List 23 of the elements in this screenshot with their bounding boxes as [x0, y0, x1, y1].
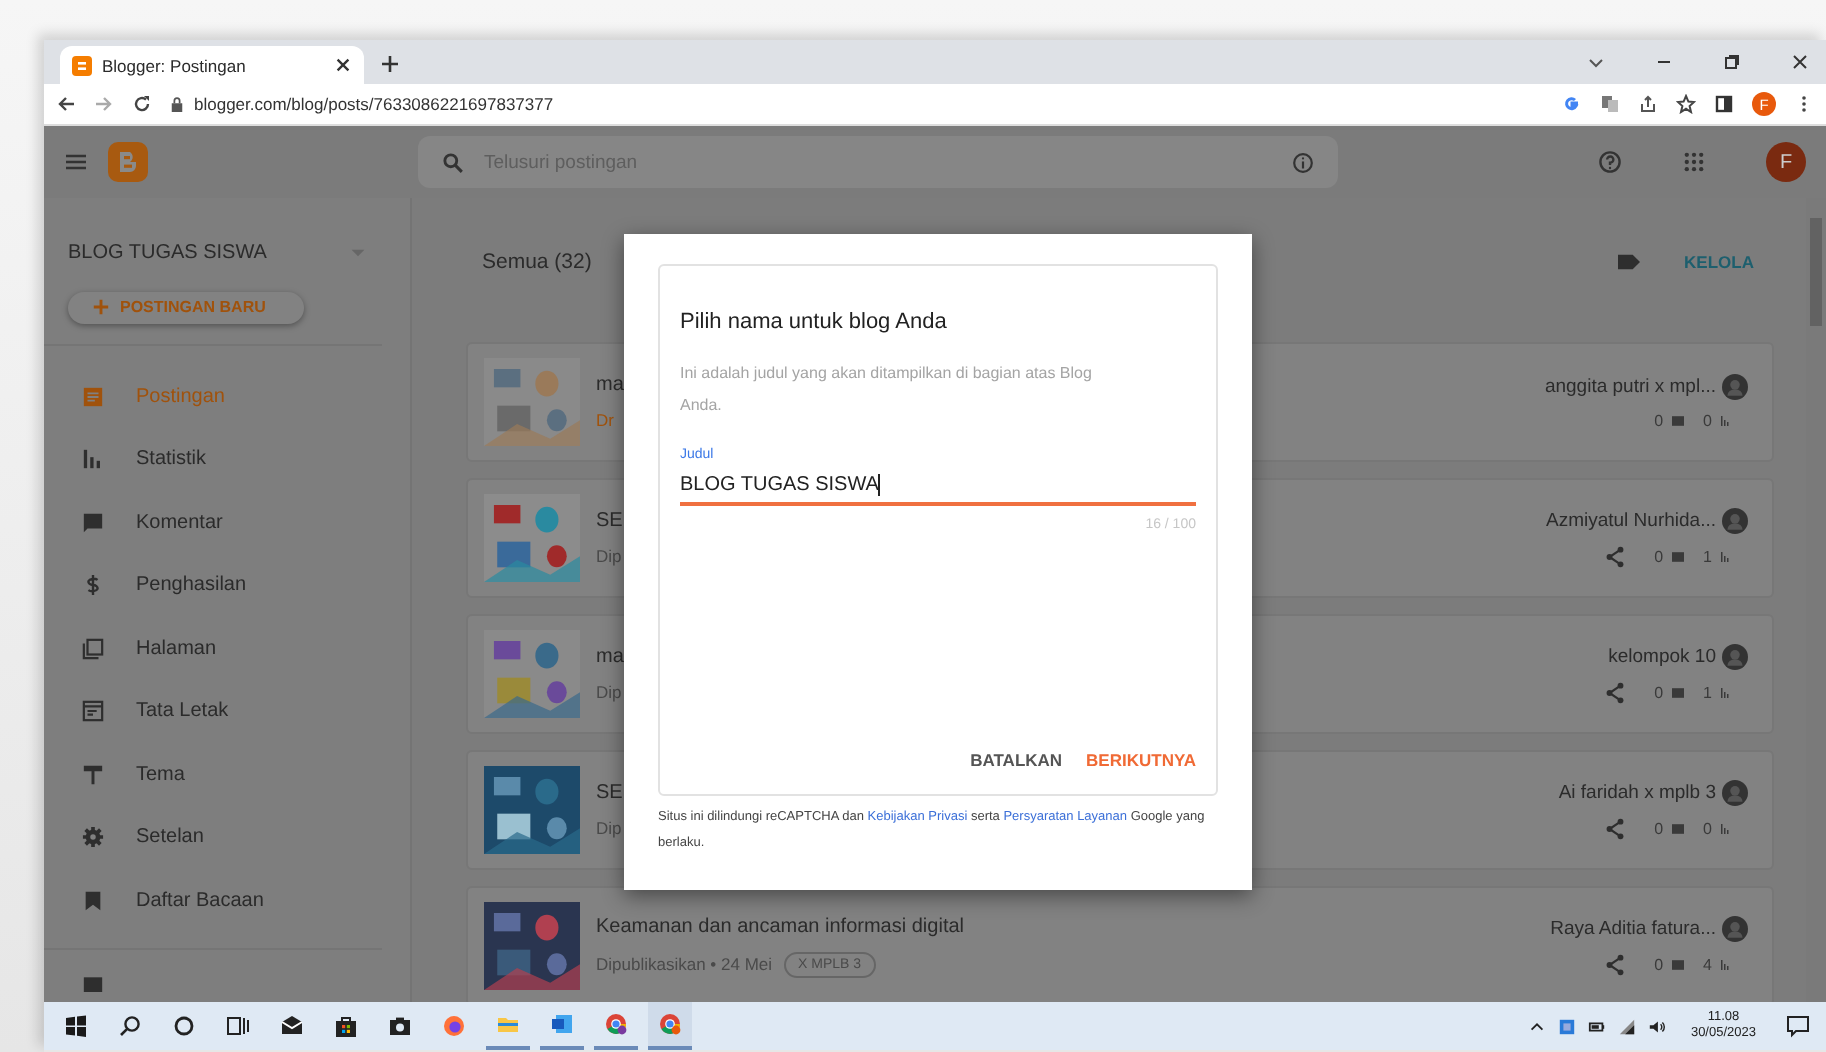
post-status: Dip [596, 546, 622, 566]
post-status: Dipublikasikan • 24 Mei [596, 954, 773, 974]
author-name: Raya Aditia fatura... [1550, 918, 1716, 940]
view-count: 1 [1703, 684, 1712, 702]
author-name: Azmiyatul Nurhida... [1545, 510, 1716, 532]
view-count: 0 [1703, 820, 1712, 838]
view-count: 0 [1703, 412, 1712, 430]
comment-count: 0 [1654, 412, 1664, 430]
view-count: 4 [1703, 956, 1712, 974]
post-status: Dip [596, 818, 622, 838]
post-status: Dip [596, 682, 622, 702]
author-name: Ai faridah x mplb 3 [1558, 782, 1716, 804]
comment-count: 0 [1654, 820, 1664, 838]
comment-count: 0 [1654, 956, 1664, 974]
post-status: Dr [596, 410, 614, 430]
comment-count: 0 [1654, 684, 1664, 702]
dialog-description: Ini adalah judul yang akan ditampilkan di bagian atas Blog Anda. [680, 362, 1094, 418]
view-count: 1 [1703, 548, 1712, 566]
author-name: anggita putri x mpl... [1544, 376, 1716, 398]
dialog-title: Pilih nama untuk blog Anda [680, 310, 949, 334]
comment-count: 0 [1654, 548, 1664, 566]
author-name: kelompok 10 [1608, 646, 1716, 668]
tab-title: Blogger: Postingan [102, 55, 248, 75]
